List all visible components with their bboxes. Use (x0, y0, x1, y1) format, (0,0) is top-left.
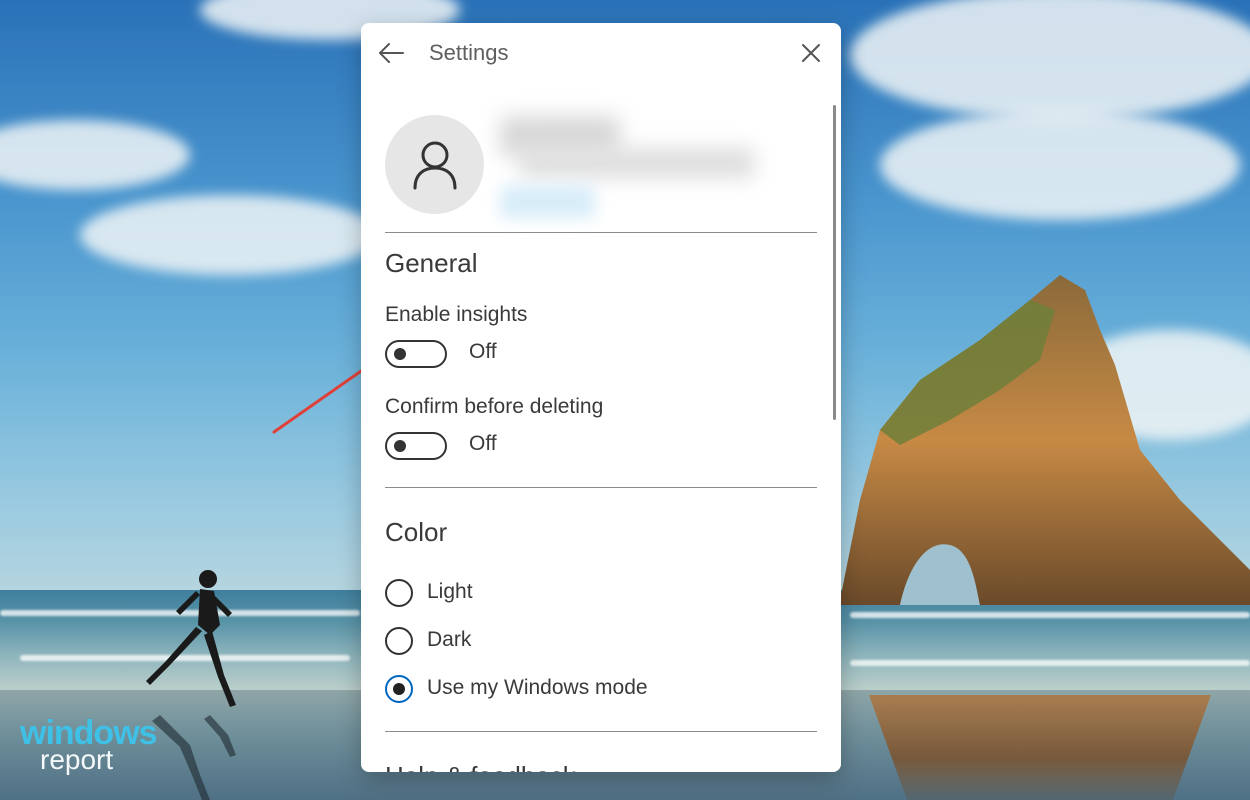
account-section (385, 108, 815, 223)
radio-dark[interactable]: Dark (385, 625, 685, 657)
person-icon (413, 141, 456, 189)
divider (385, 731, 817, 732)
confirm-delete-label: Confirm before deleting (385, 395, 604, 418)
radio-light[interactable]: Light (385, 577, 685, 609)
windows-report-watermark: windows report (20, 716, 158, 774)
radio-button[interactable] (385, 579, 413, 607)
section-heading-help-feedback: Help & feedback (385, 761, 576, 772)
radio-button-selected[interactable] (385, 675, 413, 703)
avatar[interactable] (385, 115, 484, 214)
wave (850, 660, 1250, 666)
radio-label-dark: Dark (427, 628, 472, 651)
confirm-delete-toggle-row: Off (385, 430, 585, 462)
back-button[interactable] (375, 38, 407, 68)
enable-insights-toggle-row: Off (385, 338, 585, 370)
enable-insights-state: Off (469, 340, 497, 363)
back-arrow-icon (379, 43, 404, 63)
runner-silhouette (146, 570, 236, 707)
radio-button[interactable] (385, 627, 413, 655)
radio-dot (393, 683, 405, 695)
radio-windows-mode[interactable]: Use my Windows mode (385, 673, 685, 705)
confirm-delete-toggle[interactable] (385, 432, 447, 460)
close-icon (802, 44, 820, 62)
divider (385, 232, 817, 233)
section-heading-color: Color (385, 517, 448, 547)
enable-insights-toggle[interactable] (385, 340, 447, 368)
divider (385, 487, 817, 488)
toggle-knob (394, 348, 406, 360)
settings-panel: Settings General Enable insights Off Con (361, 23, 841, 772)
scrollbar[interactable] (833, 105, 836, 420)
close-button[interactable] (795, 38, 827, 68)
confirm-delete-state: Off (469, 432, 497, 455)
toggle-knob (394, 440, 406, 452)
wave (850, 612, 1250, 618)
cloud (880, 110, 1240, 220)
cloud (80, 195, 380, 275)
sea-arch-rock (840, 275, 1250, 605)
radio-label-windows-mode: Use my Windows mode (427, 676, 648, 699)
rock-reflection (869, 695, 1211, 800)
radio-label-light: Light (427, 580, 473, 603)
page-title: Settings (429, 40, 509, 65)
account-info-blurred (500, 108, 765, 220)
title-bar: Settings (361, 23, 841, 83)
enable-insights-label: Enable insights (385, 303, 528, 326)
section-heading-general: General (385, 248, 478, 278)
